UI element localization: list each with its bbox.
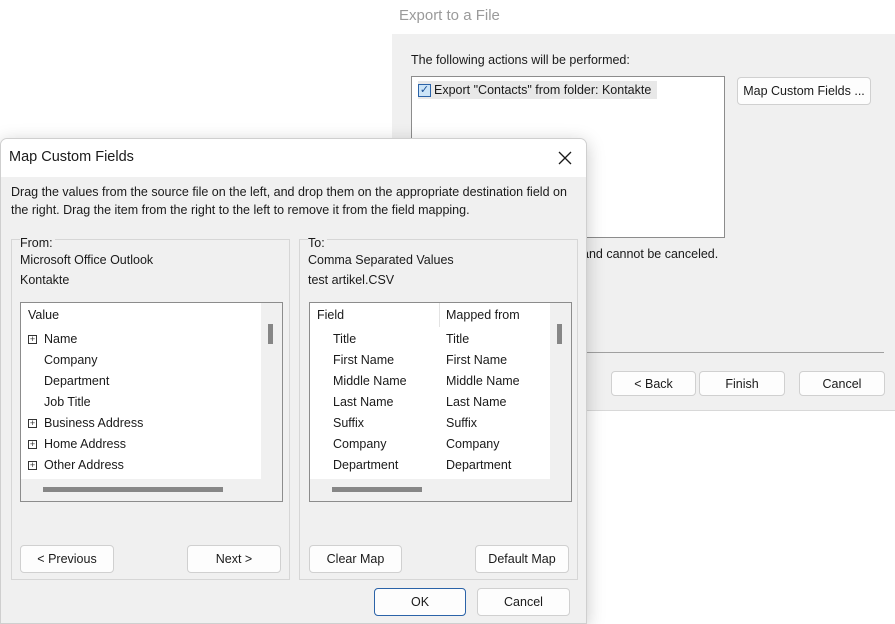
scroll-thumb[interactable] (268, 324, 273, 344)
map-custom-fields-button[interactable]: Map Custom Fields ... (737, 77, 871, 105)
action-item[interactable]: ✓ Export "Contacts" from folder: Kontakt… (418, 81, 658, 99)
list-item-label: Business Address (44, 416, 144, 430)
mapped-from-cell: First Name (446, 353, 508, 367)
table-row[interactable]: Department Department (310, 455, 550, 476)
horizontal-scrollbar[interactable] (310, 479, 571, 501)
scroll-thumb[interactable] (332, 487, 422, 492)
list-item-label: Other Address (44, 458, 124, 472)
source-value-list[interactable]: Value + Name Company Department Job Title + Bu… (20, 302, 283, 502)
list-item[interactable]: Department (21, 371, 261, 392)
table-row[interactable]: Last Name Last Name (310, 392, 550, 413)
actions-label: The following actions will be performed: (411, 53, 630, 67)
field-cell: Suffix (333, 416, 365, 430)
expand-icon[interactable]: + (28, 440, 37, 449)
list-item-label: Name (44, 332, 78, 346)
mapping-list-content: Field Mapped from Title Title First Name Fi… (310, 303, 550, 479)
dialog-titlebar: Map Custom Fields (1, 139, 586, 177)
source-folder: Kontakte (20, 273, 70, 287)
ok-button[interactable]: OK (374, 588, 466, 616)
dialog-title: Map Custom Fields (9, 149, 134, 165)
expand-icon[interactable]: + (28, 461, 37, 470)
field-column-header[interactable]: Field (317, 308, 344, 322)
field-cell: Last Name (333, 395, 394, 409)
mapped-from-column-header[interactable]: Mapped from (446, 308, 520, 322)
table-row[interactable]: Middle Name Middle Name (310, 371, 550, 392)
next-button[interactable]: Next > (187, 545, 281, 573)
field-cell: Title (333, 332, 357, 346)
export-titlebar: Export to a File (392, 0, 895, 34)
scroll-thumb[interactable] (43, 487, 223, 492)
table-row[interactable]: Company Company (310, 434, 550, 455)
action-item-label: Export "Contacts" from folder: Kontakte (434, 83, 652, 97)
list-item[interactable]: Job Title (21, 392, 261, 413)
list-item-label: Company (44, 353, 98, 367)
close-icon (558, 151, 572, 165)
to-legend: To: (308, 236, 327, 250)
export-cancel-button[interactable]: Cancel (799, 371, 885, 396)
close-button[interactable] (550, 143, 580, 173)
field-mapping-list[interactable]: Field Mapped from Title Title First Name Fi… (309, 302, 572, 502)
value-column-header: Value (28, 308, 60, 322)
checkbox-checked-icon[interactable]: ✓ (418, 83, 431, 97)
back-button[interactable]: < Back (611, 371, 696, 396)
expand-icon[interactable]: + (28, 419, 37, 428)
vertical-scrollbar[interactable] (261, 303, 282, 479)
expand-icon[interactable]: + (28, 335, 37, 344)
from-group: From: Microsoft Office Outlook Kontakte … (11, 236, 290, 580)
horizontal-scrollbar[interactable] (21, 479, 282, 501)
instructions-text: Drag the values from the source file on … (11, 185, 567, 217)
field-cell: Department (333, 458, 399, 472)
source-app: Microsoft Office Outlook (20, 253, 154, 267)
cancel-button[interactable]: Cancel (477, 588, 570, 616)
target-file: test artikel.CSV (308, 273, 395, 287)
scroll-thumb[interactable] (557, 324, 562, 344)
map-custom-fields-dialog: Map Custom Fields Drag the values from t… (0, 138, 587, 624)
list-item[interactable]: + Name (21, 329, 261, 350)
field-cell: Company (333, 437, 387, 451)
to-group: To: Comma Separated Values test artikel.… (299, 236, 578, 580)
from-legend: From: (20, 236, 55, 250)
list-item-label: Home Address (44, 437, 126, 451)
mapped-from-cell: Suffix (446, 416, 478, 430)
table-row[interactable]: Title Title (310, 329, 550, 350)
mapped-from-cell: Last Name (446, 395, 507, 409)
cannot-cancel-notice: and cannot be canceled. (582, 247, 719, 261)
mapped-from-cell: Company (446, 437, 500, 451)
mapped-from-cell: Department (446, 458, 512, 472)
target-format: Comma Separated Values (308, 253, 454, 267)
divider (582, 352, 884, 353)
vertical-scrollbar[interactable] (550, 303, 571, 479)
table-row[interactable]: First Name First Name (310, 350, 550, 371)
export-window-title: Export to a File (399, 7, 500, 24)
field-cell: First Name (333, 353, 395, 367)
column-separator[interactable] (439, 303, 440, 327)
previous-button[interactable]: < Previous (20, 545, 114, 573)
source-list-content: Value + Name Company Department Job Title + Bu… (21, 303, 261, 479)
table-row[interactable]: Suffix Suffix (310, 413, 550, 434)
clear-map-button[interactable]: Clear Map (309, 545, 402, 573)
mapped-from-cell: Middle Name (446, 374, 520, 388)
finish-button[interactable]: Finish (699, 371, 785, 396)
list-item[interactable]: + Business Address (21, 413, 261, 434)
mapped-from-cell: Title (446, 332, 470, 346)
list-item[interactable]: + Home Address (21, 434, 261, 455)
list-item-label: Job Title (44, 395, 91, 409)
list-item-label: Department (44, 374, 110, 388)
field-cell: Middle Name (333, 374, 407, 388)
default-map-button[interactable]: Default Map (475, 545, 569, 573)
list-item[interactable]: Company (21, 350, 261, 371)
list-item[interactable]: + Other Address (21, 455, 261, 476)
